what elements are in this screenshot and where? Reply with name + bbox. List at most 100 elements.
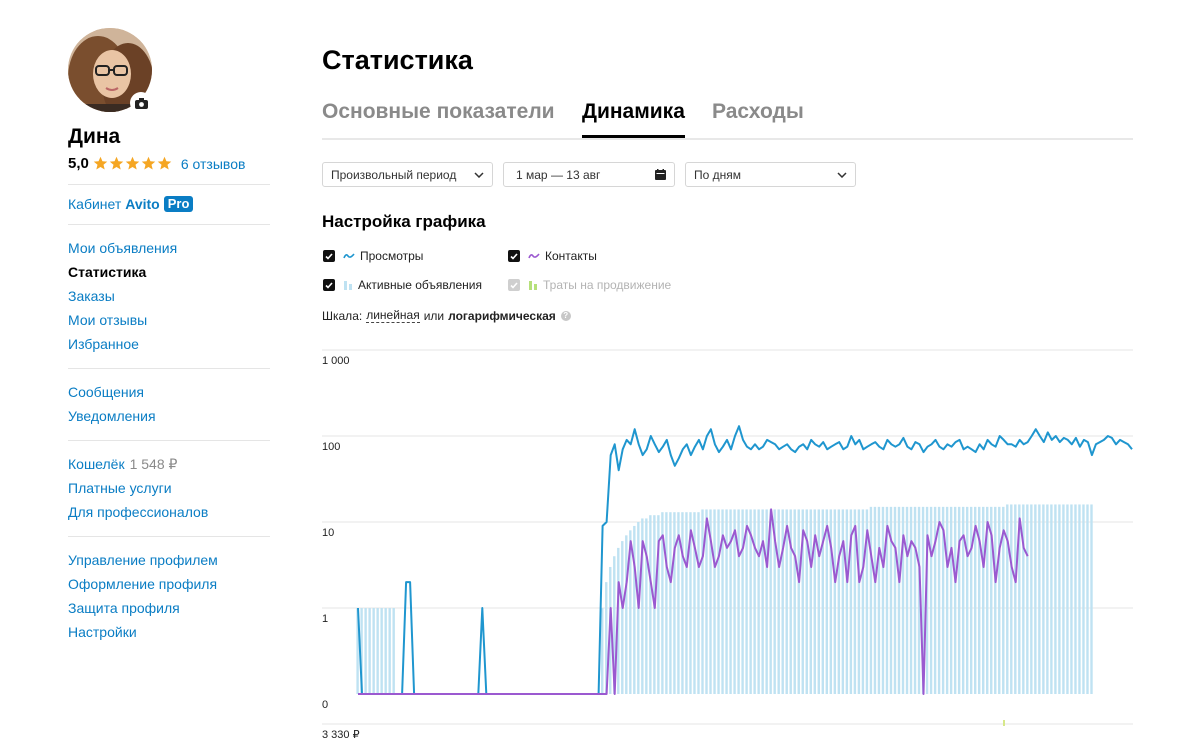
bar (1066, 504, 1069, 694)
cabinet-link[interactable]: Кабинет Avito Pro (68, 196, 270, 212)
bar (897, 506, 901, 694)
reviews-link[interactable]: 6 отзывов (181, 156, 246, 172)
y-tick-label: 0 (322, 699, 328, 711)
bar (797, 509, 800, 694)
tab-main-indicators[interactable]: Основные показатели (322, 98, 555, 126)
sidebar-item-wallet[interactable]: Кошелёк 1 548 ₽ (68, 452, 270, 476)
scale-linear-link[interactable]: линейная (366, 308, 420, 323)
option-views[interactable]: Просмотры (323, 249, 423, 263)
period-select[interactable]: Произвольный период (322, 162, 493, 187)
option-views-label: Просмотры (360, 249, 424, 263)
sidebar-item[interactable]: Мои отзывы (68, 308, 270, 332)
sidebar-item[interactable]: Защита профиля (68, 596, 270, 620)
avatar[interactable] (68, 28, 154, 114)
sidebar-item[interactable]: Заказы (68, 284, 270, 308)
tab-dynamics[interactable]: Динамика (582, 98, 685, 138)
bar (1010, 504, 1013, 694)
bar (380, 608, 383, 694)
sidebar-item[interactable]: Избранное (68, 332, 270, 356)
chevron-down-icon (837, 171, 847, 178)
grouping-select[interactable]: По дням (685, 162, 856, 187)
line-legend-icon (528, 252, 540, 260)
bar (1050, 504, 1053, 694)
bar (753, 509, 756, 694)
bar (737, 509, 740, 694)
bar (893, 506, 897, 694)
y-tick-label: 100 (322, 441, 340, 453)
avito-brand: Avito (125, 196, 160, 212)
bar (1046, 504, 1049, 694)
divider (68, 184, 270, 185)
bar (384, 608, 387, 694)
date-range-picker[interactable]: 1 мар — 13 авг (503, 162, 675, 187)
star-icon (109, 156, 124, 170)
sidebar-item[interactable]: Уведомления (68, 404, 270, 428)
camera-icon[interactable] (130, 92, 152, 114)
bar (994, 506, 997, 694)
scale-log-option[interactable]: логарифмическая (448, 309, 556, 323)
sidebar-item[interactable]: Для профессионалов (68, 500, 270, 524)
chart-settings-title: Настройка графика (322, 212, 486, 231)
bar (877, 506, 881, 694)
sidebar-item[interactable]: Сообщения (68, 380, 270, 404)
scale-label: Шкала: (322, 308, 363, 323)
bar (1054, 504, 1057, 694)
dynamics-chart: 1 0001001010 (322, 349, 1133, 726)
divider (68, 536, 270, 537)
bar (825, 509, 829, 694)
bar (376, 608, 379, 694)
bar (905, 506, 909, 694)
checkbox-contacts[interactable] (508, 250, 520, 262)
bar (1006, 504, 1009, 694)
bar (881, 506, 885, 694)
scale-or: или (423, 308, 445, 323)
option-contacts-label: Контакты (545, 249, 597, 263)
bar (845, 509, 849, 694)
bar (937, 506, 941, 694)
bar (1030, 504, 1033, 694)
sidebar-item[interactable]: Статистика (68, 260, 270, 284)
bar (1038, 504, 1041, 694)
tab-expenses[interactable]: Расходы (712, 98, 804, 126)
sidebar-item[interactable]: Платные услуги (68, 476, 270, 500)
bar (841, 509, 845, 694)
active-ads-bars (356, 504, 1093, 694)
bar (1070, 504, 1073, 694)
period-value: Произвольный период (331, 167, 457, 182)
bar (913, 506, 917, 694)
bar (717, 509, 720, 694)
bar (685, 512, 688, 694)
bar (837, 509, 841, 694)
bar (701, 509, 704, 694)
bar (673, 512, 676, 694)
sidebar-item[interactable]: Мои объявления (68, 236, 270, 260)
checkbox-views[interactable] (323, 250, 335, 262)
option-active-ads[interactable]: Активные объявления (323, 278, 482, 292)
bar (1058, 504, 1061, 694)
bar (857, 509, 861, 694)
chevron-down-icon (474, 171, 484, 178)
bar (873, 506, 877, 694)
checkbox-active-ads[interactable] (323, 279, 335, 291)
bar (998, 506, 1001, 694)
bar (949, 506, 953, 694)
grouping-value: По дням (694, 167, 742, 182)
bar (833, 509, 837, 694)
option-contacts[interactable]: Контакты (508, 249, 597, 263)
cabinet-label[interactable]: Кабинет (68, 196, 121, 212)
bar (869, 506, 873, 694)
bar (953, 506, 957, 694)
sidebar-item[interactable]: Управление профилем (68, 548, 270, 572)
bar (645, 518, 648, 694)
date-range-value: 1 мар — 13 авг (516, 167, 601, 182)
bar (388, 608, 391, 694)
help-icon[interactable]: ? (560, 310, 571, 321)
sidebar-item[interactable]: Настройки (68, 620, 270, 644)
bar (809, 509, 812, 694)
bar (861, 509, 865, 694)
bar (725, 509, 728, 694)
bar (969, 506, 973, 694)
bar (621, 541, 624, 694)
bar (649, 515, 652, 694)
sidebar-item[interactable]: Оформление профиля (68, 572, 270, 596)
